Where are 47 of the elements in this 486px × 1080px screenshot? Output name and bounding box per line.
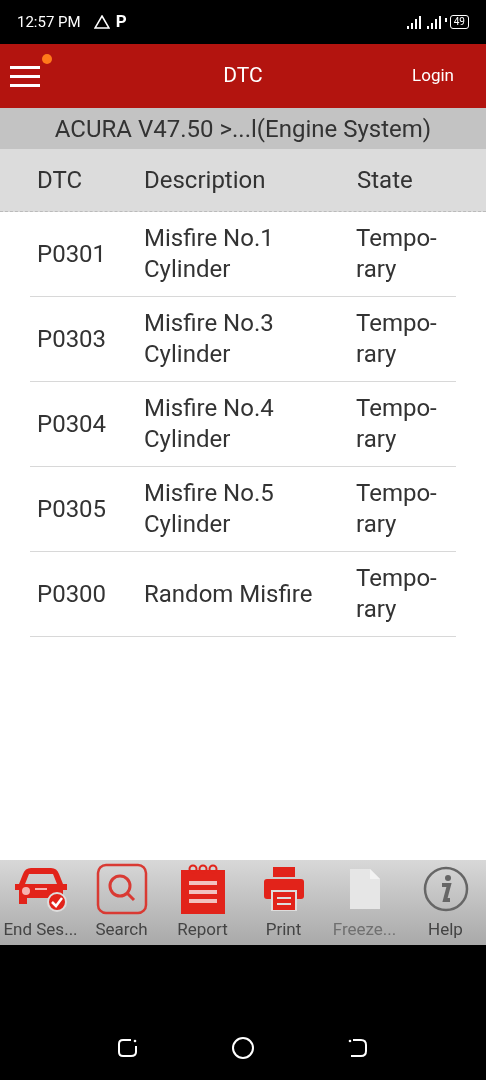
status-time: 12:57 PM (17, 11, 81, 33)
column-header: Description (144, 166, 266, 194)
dtc-state: Tempo-rary (356, 223, 438, 285)
back-icon[interactable] (347, 1037, 369, 1058)
toolbar-button[interactable]: Help (405, 860, 486, 942)
dtc-code: P0304 (37, 409, 107, 438)
dtc-code: P0305 (37, 494, 107, 523)
dtc-description: Misfire No.5 Cylinder (144, 478, 275, 540)
recents-icon[interactable] (117, 1037, 139, 1058)
menu-icon (10, 66, 40, 88)
dtc-description: Misfire No.3 Cylinder (144, 308, 275, 370)
notepad-icon (180, 863, 225, 914)
search-icon (95, 862, 148, 915)
home-icon[interactable] (231, 1035, 255, 1060)
dtc-state: Tempo-rary (356, 563, 438, 625)
car-icon (12, 865, 69, 912)
printer-icon (263, 866, 304, 911)
login-button[interactable]: Login (412, 63, 454, 89)
screen-title: DTC (223, 63, 263, 88)
column-header: State (357, 166, 413, 194)
dtc-description: Misfire No.4 Cylinder (144, 393, 275, 455)
dtc-code: P0303 (37, 324, 107, 353)
notification-glyph: P (115, 10, 127, 34)
toolbar-button[interactable]: Print (243, 860, 324, 942)
signal-icon (406, 15, 447, 29)
dtc-state: Tempo-rary (356, 308, 438, 370)
toolbar-button[interactable]: End Ses... (0, 860, 81, 942)
breadcrumb: ACURA V47.50 >...l(Engine System) (54, 113, 432, 145)
table-row[interactable]: P0304 Misfire No.4 Cylinder Tempo-rary (30, 382, 456, 467)
dtc-description: Random Misfire (144, 578, 314, 610)
toolbar-button[interactable]: Report (162, 860, 243, 942)
dtc-description: Misfire No.1 Cylinder (144, 223, 275, 285)
battery-indicator: 49 (449, 15, 469, 29)
column-header: DTC (37, 166, 83, 194)
info-icon (422, 865, 469, 912)
dtc-code: P0300 (37, 579, 107, 608)
menu-button[interactable] (10, 54, 52, 88)
warning-icon (93, 15, 110, 29)
document-icon (349, 868, 380, 909)
table-row[interactable]: P0305 Misfire No.5 Cylinder Tempo-rary (30, 467, 456, 552)
dtc-state: Tempo-rary (356, 478, 438, 540)
table-row[interactable]: P0300 Random Misfire Tempo-rary (30, 552, 456, 637)
toolbar-button[interactable]: Search (81, 860, 162, 942)
dtc-state: Tempo-rary (356, 393, 438, 455)
table-row[interactable]: P0303 Misfire No.3 Cylinder Tempo-rary (30, 297, 456, 382)
table-row[interactable]: P0301 Misfire No.1 Cylinder Tempo-rary (30, 212, 456, 297)
dtc-code: P0301 (37, 239, 107, 268)
